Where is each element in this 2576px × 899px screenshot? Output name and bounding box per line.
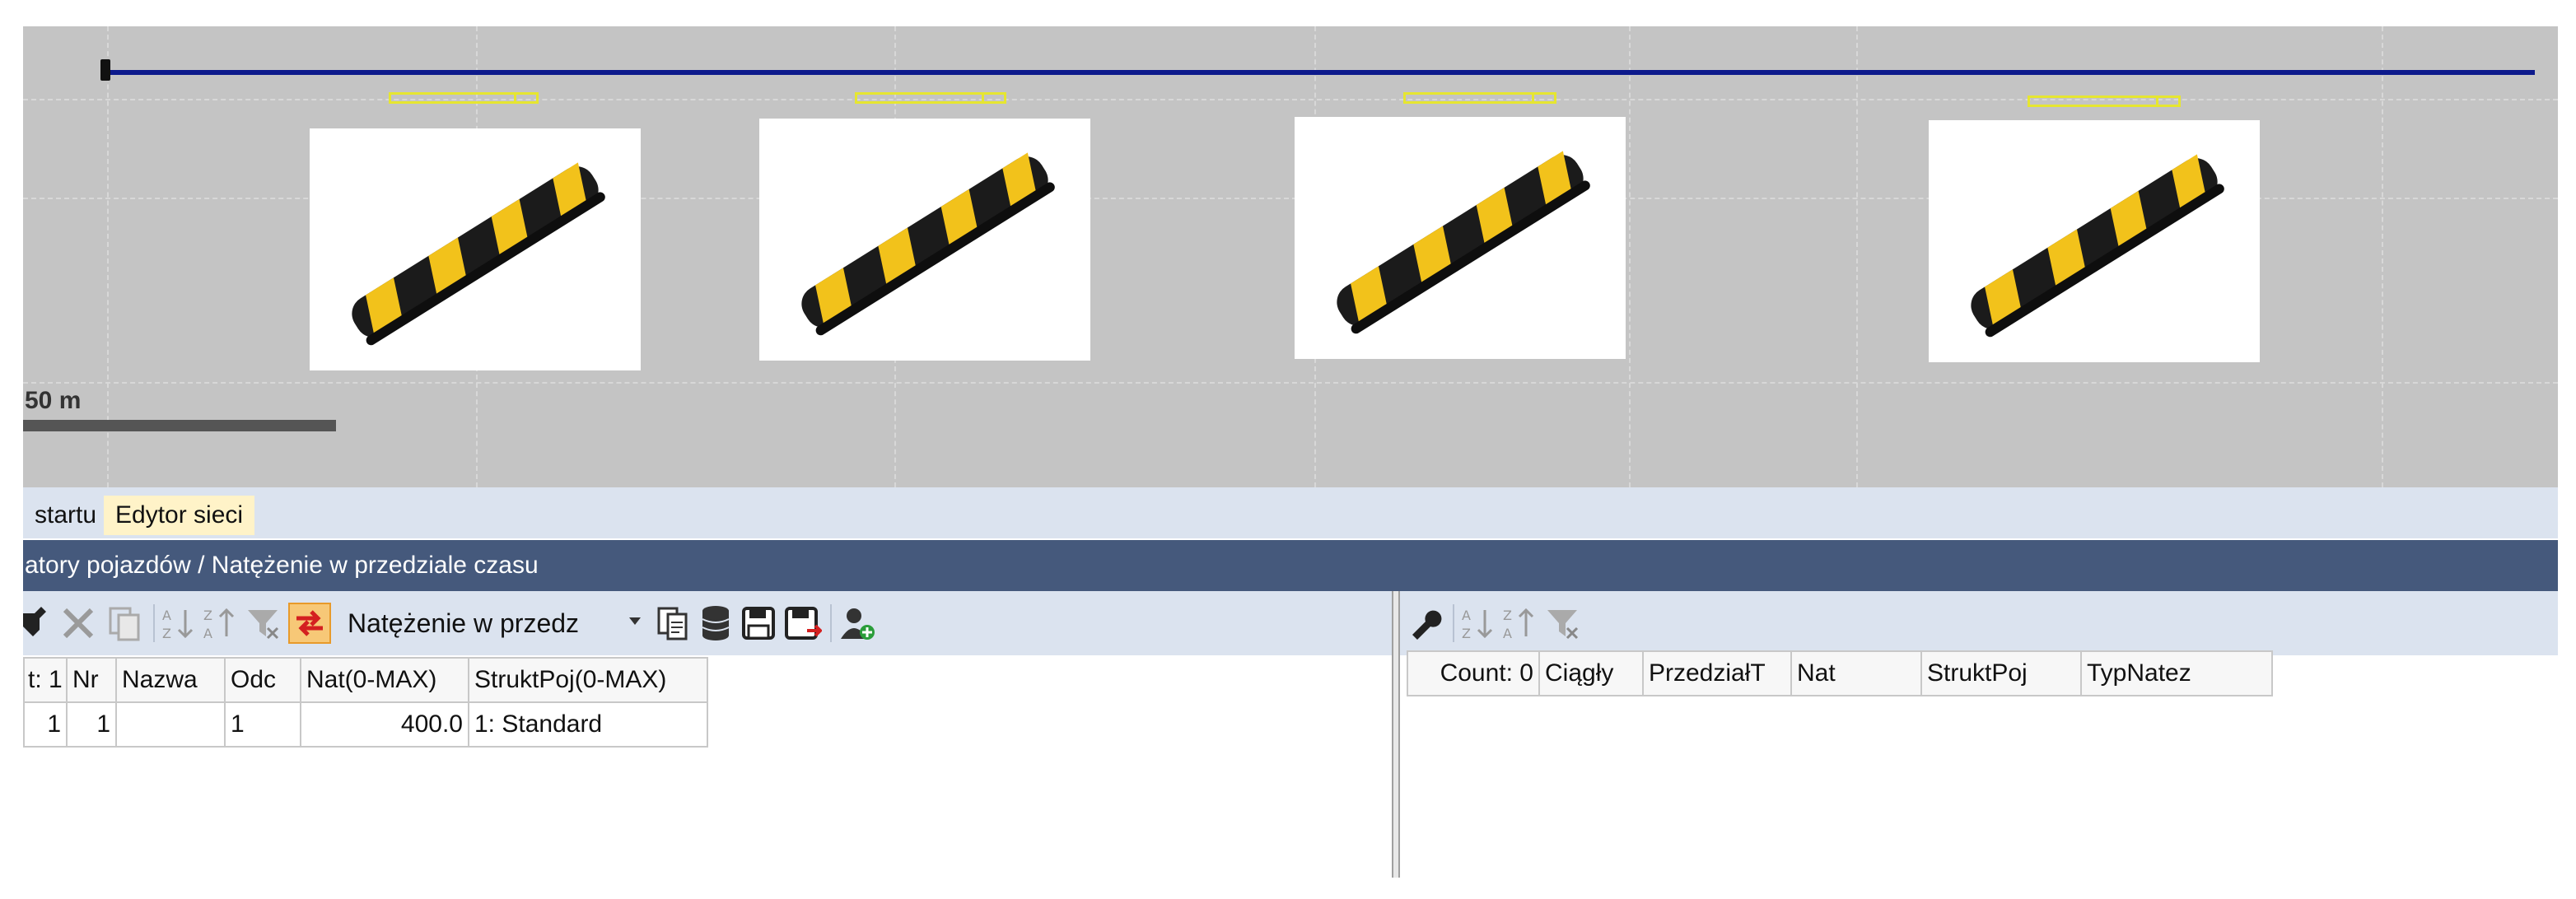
- column-header-count[interactable]: t: 1: [23, 657, 68, 703]
- grid-line: [2382, 26, 2383, 487]
- delete-icon[interactable]: [58, 603, 99, 644]
- scale-label: 50 m: [25, 387, 82, 414]
- column-header-odc[interactable]: Odc: [224, 657, 301, 703]
- cell-struktpoj[interactable]: 1: Standard: [468, 701, 708, 748]
- right-list-pane[interactable]: Count: 0 Ciągły PrzedziałT Nat StruktPoj…: [1400, 650, 2558, 878]
- svg-text:Z: Z: [1462, 626, 1471, 641]
- road-link[interactable]: [104, 70, 2535, 75]
- right-toolbar: AZ ZA: [1400, 591, 2558, 655]
- wrench-icon[interactable]: [1408, 603, 1446, 644]
- table-row[interactable]: 1 1 1 400.0 1: Standard: [23, 701, 708, 748]
- column-header-ciagly[interactable]: Ciągły: [1538, 650, 1644, 696]
- sort-descending-icon[interactable]: ZA: [1500, 603, 1538, 644]
- cell-nat[interactable]: 400.0: [300, 701, 469, 748]
- tab-network-editor[interactable]: Edytor sieci: [104, 496, 255, 535]
- swap-icon[interactable]: [288, 603, 331, 644]
- grid-line: [107, 26, 109, 487]
- add-user-icon[interactable]: [837, 603, 878, 644]
- save-as-icon[interactable]: [782, 603, 824, 644]
- sort-ascending-icon[interactable]: AZ: [1459, 603, 1497, 644]
- speed-bump-image: [1295, 117, 1626, 359]
- column-header-struktpoj[interactable]: StruktPoj(0-MAX): [468, 657, 708, 703]
- grid-line: [23, 382, 2558, 384]
- cell-odc[interactable]: 1: [224, 701, 301, 748]
- speed-bump-image: [759, 119, 1090, 361]
- column-header-count[interactable]: Count: 0: [1407, 650, 1540, 696]
- left-list-pane[interactable]: t: 1 Nr Nazwa Odc Nat(0-MAX) StruktPoj(0…: [23, 655, 1392, 878]
- svg-text:A: A: [162, 608, 171, 623]
- filter-clear-icon[interactable]: [244, 603, 282, 644]
- column-header-typnatez[interactable]: TypNatez: [2080, 650, 2273, 696]
- speed-bump-image: [310, 128, 641, 370]
- save-icon[interactable]: [740, 603, 777, 644]
- grid-line: [1856, 26, 1858, 487]
- column-header-struktpoj[interactable]: StruktPoj: [1920, 650, 2082, 696]
- interval-type-combo-value: Natężenie w przedz: [348, 608, 580, 638]
- toolbar-separator: [830, 604, 832, 642]
- cell-nr[interactable]: 1: [66, 701, 117, 748]
- speed-bump-image: [1929, 120, 2260, 362]
- column-header-przedzialt[interactable]: PrzedziałT: [1642, 650, 1792, 696]
- detector[interactable]: [2028, 95, 2181, 107]
- pane-splitter[interactable]: [1392, 591, 1400, 878]
- column-header-nazwa[interactable]: Nazwa: [115, 657, 226, 703]
- toolbar-separator: [1453, 604, 1454, 642]
- tab-start[interactable]: startu: [23, 496, 109, 535]
- column-header-nat[interactable]: Nat: [1790, 650, 1922, 696]
- vehicle-inputs-table: t: 1 Nr Nazwa Odc Nat(0-MAX) StruktPoj(0…: [23, 657, 708, 748]
- road-node[interactable]: [100, 59, 110, 81]
- column-header-nr[interactable]: Nr: [66, 657, 117, 703]
- tab-strip: startu Edytor sieci: [23, 487, 2558, 538]
- table-header-row: t: 1 Nr Nazwa Odc Nat(0-MAX) StruktPoj(0…: [23, 657, 708, 703]
- database-icon[interactable]: [697, 603, 735, 644]
- copy-list-icon[interactable]: [654, 603, 692, 644]
- panel-title: atory pojazdów / Natężenie w przedziale …: [25, 552, 539, 579]
- wrench-icon[interactable]: [23, 603, 46, 644]
- svg-text:Z: Z: [1503, 608, 1512, 623]
- sort-descending-icon[interactable]: ZA: [201, 603, 239, 644]
- toolbar-separator: [153, 604, 155, 642]
- svg-text:A: A: [203, 626, 212, 641]
- detector[interactable]: [855, 92, 1006, 104]
- detector[interactable]: [1403, 92, 1556, 104]
- left-toolbar: AZ ZA Natężenie w przedz: [23, 591, 1392, 655]
- panel-title-bar: atory pojazdów / Natężenie w przedziale …: [23, 540, 2558, 591]
- table-header-row: Count: 0 Ciągły PrzedziałT Nat StruktPoj…: [1407, 650, 2273, 696]
- svg-text:Z: Z: [162, 626, 171, 641]
- detector[interactable]: [389, 92, 539, 104]
- sort-ascending-icon[interactable]: AZ: [160, 603, 198, 644]
- svg-text:Z: Z: [203, 608, 212, 623]
- copy-icon[interactable]: [104, 603, 145, 644]
- time-intervals-table: Count: 0 Ciągły PrzedziałT Nat StruktPoj…: [1407, 650, 2273, 696]
- grid-line: [1629, 26, 1631, 487]
- column-header-nat[interactable]: Nat(0-MAX): [300, 657, 469, 703]
- cell-nazwa[interactable]: [115, 701, 226, 748]
- interval-type-combo[interactable]: Natężenie w przedz: [339, 603, 646, 644]
- cell-count[interactable]: 1: [23, 701, 68, 748]
- chevron-down-icon[interactable]: [629, 617, 641, 625]
- filter-clear-icon[interactable]: [1543, 603, 1581, 644]
- svg-text:A: A: [1462, 608, 1471, 623]
- scale-bar: [23, 420, 336, 431]
- svg-text:A: A: [1503, 626, 1512, 641]
